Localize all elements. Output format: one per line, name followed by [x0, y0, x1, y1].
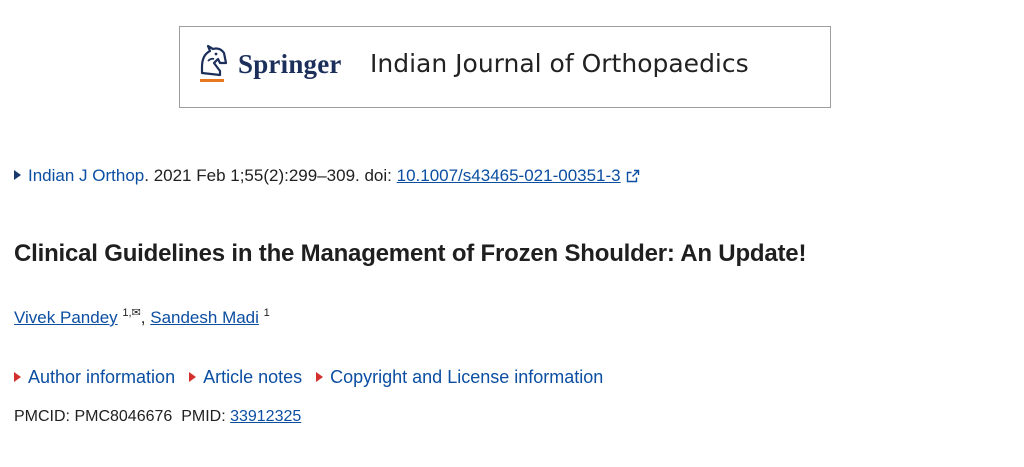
article-notes-toggle[interactable]: Article notes: [189, 367, 302, 387]
author-affiliation[interactable]: 1: [264, 307, 270, 319]
author-separator: ,: [140, 308, 151, 327]
author-information-toggle[interactable]: Author information: [14, 367, 175, 387]
section-toggles: Author information Article notes Copyright…: [14, 367, 617, 388]
springer-horse-icon: [200, 44, 228, 82]
toggle-label: Article notes: [203, 367, 303, 387]
expand-triangle-icon: [189, 372, 197, 382]
pmid-link[interactable]: 33912325: [230, 408, 301, 425]
citation-details: . 2021 Feb 1;55(2):299–309. doi:: [144, 166, 397, 185]
author-list: Vivek Pandey 1,✉, Sandesh Madi 1: [14, 306, 270, 328]
publisher-name: Springer: [238, 49, 342, 79]
article-title: Clinical Guidelines in the Management of…: [14, 240, 807, 267]
expand-triangle-icon[interactable]: [14, 170, 21, 180]
copyright-license-toggle[interactable]: Copyright and License information: [316, 367, 603, 387]
pmcid-value: PMC8046676: [74, 408, 173, 425]
toggle-label: Author information: [28, 367, 176, 387]
journal-name: Indian Journal of Orthopaedics: [370, 49, 749, 78]
expand-triangle-icon: [316, 372, 324, 382]
toggle-label: Copyright and License information: [330, 367, 604, 387]
pmid-label: PMID:: [181, 408, 231, 425]
doi-link[interactable]: 10.1007/s43465-021-00351-3: [397, 166, 621, 185]
expand-triangle-icon: [14, 372, 21, 382]
journal-banner[interactable]: Springer Indian Journal of Orthopaedics: [179, 26, 831, 108]
author-link[interactable]: Vivek Pandey: [14, 308, 118, 327]
author-link[interactable]: Sandesh Madi: [150, 308, 259, 327]
author-affiliation[interactable]: 1,✉: [122, 307, 140, 319]
citation-line: Indian J Orthop. 2021 Feb 1;55(2):299–30…: [14, 166, 640, 186]
article-ids: PMCID: PMC8046676 PMID: 33912325: [14, 408, 301, 426]
journal-link[interactable]: Indian J Orthop: [28, 166, 144, 185]
external-link-icon[interactable]: [626, 169, 640, 183]
pmcid-label: PMCID:: [14, 408, 75, 425]
